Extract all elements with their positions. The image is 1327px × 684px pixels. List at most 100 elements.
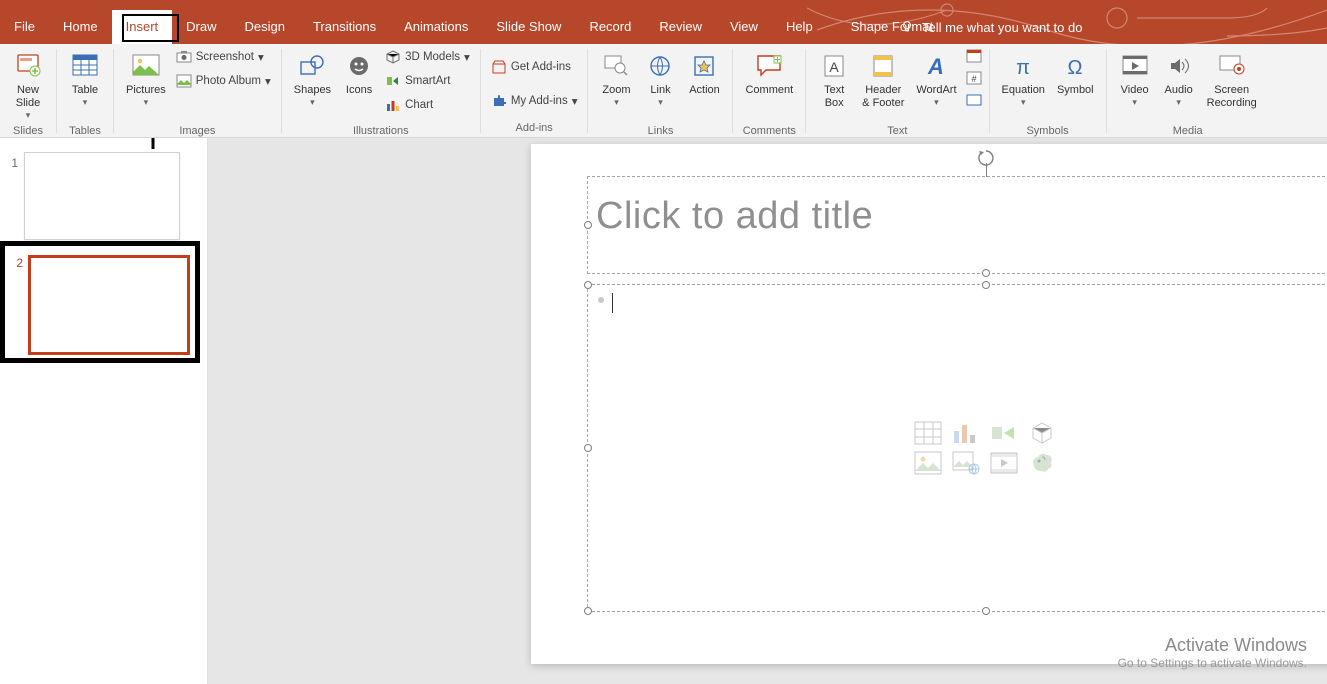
- photo-album-icon: [176, 73, 192, 89]
- resize-handle[interactable]: [584, 281, 592, 289]
- equation-icon: π: [1011, 50, 1035, 82]
- new-slide-button[interactable]: New Slide ▾: [6, 46, 50, 122]
- resize-handle[interactable]: [584, 221, 592, 229]
- smartart-button[interactable]: SmartArt: [381, 70, 474, 92]
- resize-handle[interactable]: [982, 607, 990, 615]
- group-media: Video▾ Audio▾ Screen Recording Media: [1107, 44, 1269, 137]
- zoom-button[interactable]: Zoom▾: [594, 46, 638, 122]
- svg-text:A: A: [927, 54, 944, 78]
- object-icon: [966, 93, 982, 107]
- resize-handle[interactable]: [982, 281, 990, 289]
- insert-icon-icon[interactable]: [1028, 451, 1056, 475]
- symbol-icon: Ω: [1063, 50, 1087, 82]
- group-slides: New Slide ▾ Slides: [0, 44, 56, 137]
- video-button[interactable]: Video▾: [1113, 46, 1157, 122]
- my-addins-button[interactable]: My Add-ins ▾: [487, 90, 582, 112]
- text-box-button[interactable]: AText Box: [812, 46, 856, 122]
- table-button[interactable]: Table ▾: [63, 46, 107, 122]
- bullet-icon: [598, 297, 604, 303]
- tab-home[interactable]: Home: [49, 10, 112, 44]
- title-placeholder[interactable]: Click to add title: [587, 176, 1327, 274]
- resize-handle[interactable]: [584, 444, 592, 452]
- tab-help[interactable]: Help: [772, 10, 827, 44]
- chevron-down-icon: ▾: [26, 110, 31, 121]
- tab-transitions[interactable]: Transitions: [299, 10, 390, 44]
- video-icon: [1122, 50, 1148, 82]
- group-tables: Table ▾ Tables: [57, 44, 113, 137]
- number-icon: #: [966, 71, 982, 85]
- header-footer-icon: [872, 50, 894, 82]
- insert-video-icon[interactable]: [990, 451, 1018, 475]
- cube-icon: [385, 49, 401, 65]
- pictures-button[interactable]: Pictures ▾: [120, 46, 172, 122]
- shapes-button[interactable]: Shapes▾: [288, 46, 337, 122]
- audio-button[interactable]: Audio▾: [1157, 46, 1201, 122]
- icons-button[interactable]: Icons: [337, 46, 381, 122]
- symbol-button[interactable]: ΩSymbol: [1051, 46, 1100, 122]
- object-button[interactable]: [965, 90, 983, 110]
- group-comments: Comment Comments: [733, 44, 805, 137]
- screenshot-button[interactable]: Screenshot ▾: [172, 46, 275, 68]
- slide-number-button[interactable]: #: [965, 68, 983, 88]
- thumbnail-1-preview[interactable]: [24, 152, 180, 240]
- tab-view[interactable]: View: [716, 10, 772, 44]
- thumbnail-1[interactable]: 1: [0, 148, 207, 244]
- chevron-down-icon: ▾: [83, 97, 88, 108]
- tab-draw[interactable]: Draw: [172, 10, 230, 44]
- audio-icon: [1168, 50, 1190, 82]
- tab-review[interactable]: Review: [645, 10, 716, 44]
- date-time-button[interactable]: [965, 46, 983, 66]
- tell-me-search[interactable]: [900, 10, 1142, 44]
- link-icon: [648, 50, 672, 82]
- insert-online-picture-icon[interactable]: [952, 451, 980, 475]
- svg-text:A: A: [830, 59, 840, 75]
- tell-me-input[interactable]: [922, 20, 1142, 35]
- chart-button[interactable]: Chart: [381, 94, 474, 116]
- comment-icon: [756, 50, 782, 82]
- tab-animations[interactable]: Animations: [390, 10, 482, 44]
- svg-text:π: π: [1016, 57, 1030, 78]
- action-button[interactable]: Action: [682, 46, 726, 122]
- date-icon: [966, 49, 982, 63]
- content-placeholder-icons: [914, 421, 1058, 475]
- windows-activation-watermark: Activate Windows Go to Settings to activ…: [1118, 635, 1307, 670]
- screen-recording-button[interactable]: Screen Recording: [1201, 46, 1263, 122]
- thumbnail-2-preview[interactable]: [29, 256, 189, 354]
- smartart-icon: [385, 73, 401, 89]
- tab-design[interactable]: Design: [231, 10, 299, 44]
- group-addins: Get Add-ins My Add-ins ▾ Add-ins: [481, 44, 588, 137]
- lightbulb-icon: [900, 20, 914, 34]
- slide-edit-area[interactable]: Click to add title: [208, 138, 1327, 684]
- insert-table-icon[interactable]: [914, 421, 942, 445]
- photo-album-button[interactable]: Photo Album ▾: [172, 70, 275, 92]
- wordart-icon: A: [924, 50, 948, 82]
- 3d-models-button[interactable]: 3D Models ▾: [381, 46, 474, 68]
- group-illustrations: Shapes▾ Icons 3D Models ▾ SmartArt Chart…: [282, 44, 480, 137]
- screen-recording-icon: [1219, 50, 1245, 82]
- link-button[interactable]: Link▾: [638, 46, 682, 122]
- new-slide-icon: [15, 50, 41, 82]
- resize-handle[interactable]: [584, 607, 592, 615]
- zoom-icon: [603, 50, 629, 82]
- insert-3d-model-icon[interactable]: [1028, 421, 1056, 445]
- slide-thumbnails-pane[interactable]: 1: [0, 138, 208, 684]
- text-cursor: [612, 293, 613, 313]
- wordart-button[interactable]: AWordArt▾: [910, 46, 962, 122]
- insert-picture-icon[interactable]: [914, 451, 942, 475]
- comment-button[interactable]: Comment: [739, 46, 799, 122]
- tab-file[interactable]: File: [0, 10, 49, 44]
- get-addins-button[interactable]: Get Add-ins: [487, 56, 582, 78]
- content-placeholder[interactable]: [587, 284, 1327, 612]
- resize-handle[interactable]: [982, 269, 990, 277]
- header-footer-button[interactable]: Header & Footer: [856, 46, 910, 122]
- pictures-icon: [132, 50, 160, 82]
- puzzle-icon: [491, 93, 507, 109]
- tab-record[interactable]: Record: [575, 10, 645, 44]
- table-icon: [72, 50, 98, 82]
- equation-button[interactable]: πEquation▾: [996, 46, 1051, 122]
- rotation-line: [986, 163, 987, 177]
- tab-slideshow[interactable]: Slide Show: [482, 10, 575, 44]
- slide-canvas[interactable]: Click to add title: [531, 144, 1327, 664]
- insert-chart-icon[interactable]: [952, 421, 980, 445]
- insert-smartart-icon[interactable]: [990, 421, 1018, 445]
